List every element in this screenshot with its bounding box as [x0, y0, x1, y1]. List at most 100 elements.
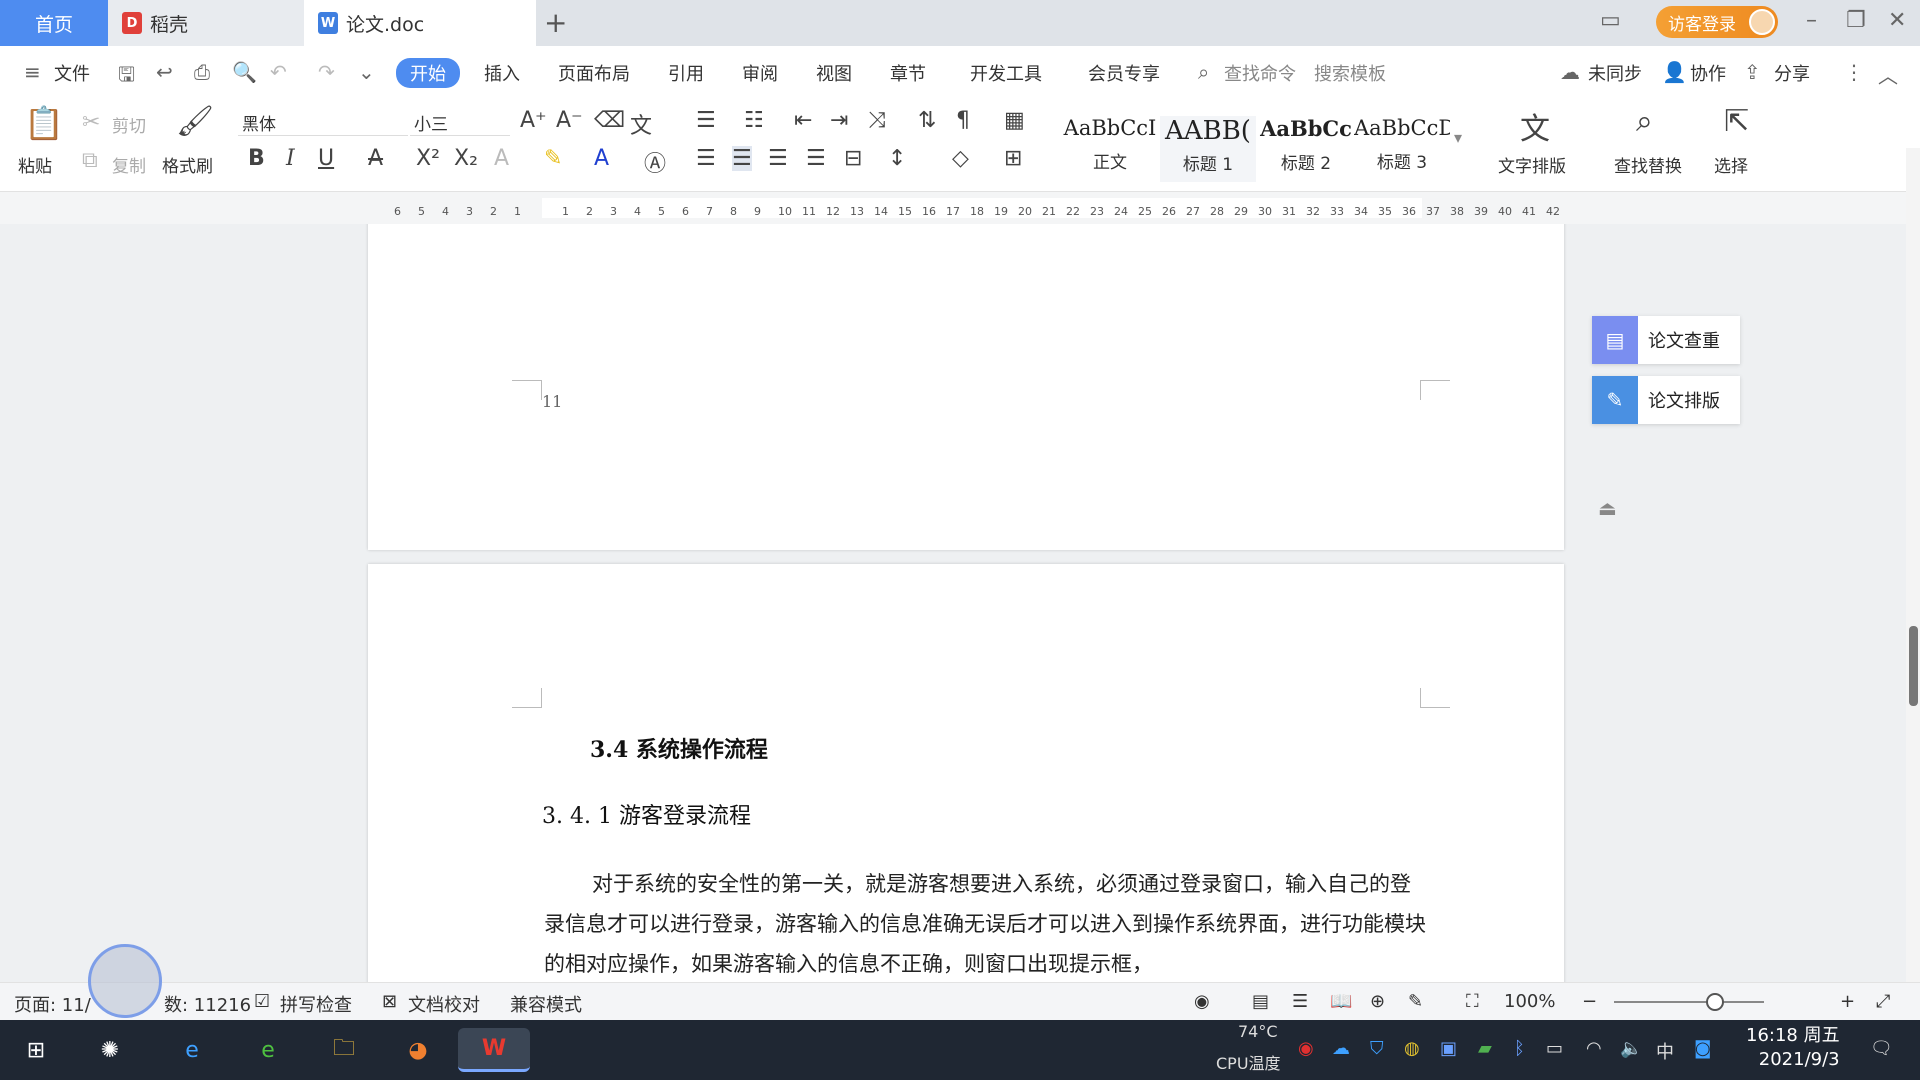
undo-icon[interactable]: ↶	[270, 60, 292, 84]
redo-icon[interactable]: ↷	[318, 60, 340, 84]
tab-document[interactable]: W 论文.doc	[304, 0, 536, 46]
minimize-icon[interactable]: –	[1806, 8, 1817, 33]
text-layout-icon[interactable]: 文	[1520, 104, 1550, 148]
highlight-icon[interactable]: ✎	[544, 146, 562, 171]
distributed-icon[interactable]: ⊟	[844, 146, 862, 171]
tray-shield-icon[interactable]: ⛉	[1370, 1038, 1384, 1059]
browser-360-icon[interactable]: e	[246, 1028, 290, 1072]
find-replace-icon[interactable]: ⌕	[1636, 104, 1653, 139]
volume-icon[interactable]: 🔈	[1620, 1038, 1642, 1059]
menu-page-layout[interactable]: 页面布局	[558, 60, 630, 86]
collab-button[interactable]: 协作	[1690, 60, 1726, 86]
increase-indent-icon[interactable]: ⇥	[830, 108, 848, 133]
paper-check-button[interactable]: ▤ 论文查重	[1592, 316, 1740, 364]
style-heading1[interactable]: AABB( 标题 1	[1160, 116, 1256, 182]
copy-icon[interactable]: ⧉	[82, 148, 98, 173]
floating-assistant-ball[interactable]	[88, 944, 162, 1018]
char-border-icon[interactable]: Ⓐ	[644, 146, 666, 178]
menu-developer[interactable]: 开发工具	[970, 60, 1042, 86]
text-effect-icon[interactable]: A	[494, 146, 509, 171]
format-painter-button[interactable]: 格式刷	[162, 152, 213, 177]
phonetic-icon[interactable]: 文	[630, 108, 652, 140]
underline-icon[interactable]: U	[318, 146, 334, 171]
restore-icon[interactable]: ❐	[1846, 8, 1866, 33]
wifi-icon[interactable]: ◠	[1586, 1038, 1602, 1059]
tray-nvidia-icon[interactable]: ▰	[1478, 1038, 1492, 1059]
numbered-list-icon[interactable]: ☷	[744, 108, 764, 133]
strikethrough-icon[interactable]: A	[368, 146, 383, 171]
align-left-icon[interactable]: ☰	[696, 146, 716, 171]
layout-icon[interactable]: ▭	[1600, 8, 1621, 33]
ie-browser-icon[interactable]: e	[170, 1028, 214, 1072]
font-color-icon[interactable]: A	[594, 146, 609, 171]
line-spacing-icon[interactable]: ↕	[888, 146, 906, 171]
menu-file[interactable]: 文件	[54, 60, 90, 86]
paper-layout-button[interactable]: ✎ 论文排版	[1592, 376, 1740, 424]
borders-icon[interactable]: ⊞	[1004, 146, 1022, 171]
style-heading2[interactable]: AaBbCc 标题 2	[1258, 116, 1354, 182]
more-icon[interactable]: ⋮	[1844, 60, 1866, 84]
write-view-icon[interactable]: ✎	[1408, 991, 1423, 1012]
vertical-scrollbar[interactable]	[1906, 148, 1920, 990]
subscript-icon[interactable]: X₂	[454, 146, 478, 171]
align-center-icon[interactable]: ☰	[732, 146, 752, 171]
system-clock[interactable]: 16:18 周五 2021/9/3	[1746, 1024, 1840, 1072]
page-view-icon[interactable]: ▤	[1252, 991, 1269, 1012]
text-direction-icon[interactable]: ⤨	[868, 108, 886, 133]
tray-app-icon[interactable]: ◉	[1298, 1038, 1314, 1059]
search-command[interactable]: 查找命令	[1224, 60, 1296, 86]
body-paragraph[interactable]: 对于系统的安全性的第一关，就是游客想要进入系统，必须通过登录窗口，输入自己的登录…	[544, 864, 1426, 984]
new-tab-button[interactable]: +	[544, 6, 567, 39]
word-count[interactable]: 数: 11216	[164, 991, 251, 1017]
align-right-icon[interactable]: ☰	[768, 146, 788, 171]
shading-icon[interactable]: ◇	[952, 146, 969, 171]
decrease-indent-icon[interactable]: ⇤	[794, 108, 812, 133]
battery-icon[interactable]: ▭	[1546, 1038, 1563, 1059]
text-layout-button[interactable]: 文字排版	[1498, 152, 1566, 177]
notification-icon[interactable]: 🗨	[1870, 1038, 1893, 1059]
zoom-slider-knob[interactable]	[1706, 993, 1724, 1011]
menu-insert[interactable]: 插入	[484, 60, 520, 86]
document-page-previous[interactable]: 11	[368, 224, 1564, 550]
font-shrink-icon[interactable]: A⁻	[556, 108, 583, 133]
print-icon[interactable]: ⎙	[194, 60, 216, 84]
show-marks-icon[interactable]: ¶	[956, 108, 970, 133]
document-area[interactable]: 11 3.4 系统操作流程 3. 4. 1 游客登录流程 对于系统的安全性的第一…	[0, 224, 1906, 990]
reading-view-icon[interactable]: 📖	[1330, 991, 1352, 1012]
tray-security-icon[interactable]: ◍	[1404, 1038, 1420, 1059]
sort-icon[interactable]: ⇅	[918, 108, 936, 133]
superscript-icon[interactable]: X²	[416, 146, 440, 171]
section-heading[interactable]: 3.4 系统操作流程	[590, 732, 768, 764]
hamburger-icon[interactable]: ≡	[24, 60, 46, 84]
collapse-ribbon-icon[interactable]: ︿	[1878, 60, 1900, 88]
fullscreen-icon[interactable]: ⤢	[1876, 991, 1890, 1012]
menu-start[interactable]: 开始	[396, 58, 460, 88]
subsection-heading[interactable]: 3. 4. 1 游客登录流程	[542, 798, 751, 830]
menu-reference[interactable]: 引用	[668, 60, 704, 86]
menu-review[interactable]: 审阅	[742, 60, 778, 86]
file-explorer-icon[interactable]: 🗀	[322, 1028, 366, 1072]
table-grid-icon[interactable]: ▦	[1004, 108, 1025, 133]
print-preview-icon[interactable]: 🔍	[232, 60, 257, 84]
windows-start-icon[interactable]: ⊞	[14, 1028, 58, 1072]
cut-button[interactable]: 剪切	[112, 112, 146, 137]
tray-cloud-icon[interactable]: ☁	[1332, 1038, 1350, 1059]
style-normal[interactable]: AaBbCcI 正文	[1062, 116, 1158, 182]
close-icon[interactable]: ✕	[1888, 8, 1906, 33]
page-indicator[interactable]: 页面: 11/	[14, 991, 91, 1017]
select-cursor-icon[interactable]: ⇱	[1724, 104, 1749, 139]
font-name-select[interactable]: 黑体	[238, 110, 408, 136]
cut-icon[interactable]: ✂	[82, 110, 100, 135]
sync-button[interactable]: 未同步	[1588, 60, 1642, 86]
zoom-level[interactable]: 100%	[1504, 991, 1555, 1012]
menu-chapter[interactable]: 章节	[890, 60, 926, 86]
export-icon[interactable]: ↩	[156, 60, 178, 84]
fit-page-icon[interactable]: ⛶	[1466, 991, 1479, 1012]
zoom-slider-track[interactable]	[1614, 1001, 1764, 1003]
app-pinwheel-icon[interactable]: ✺	[88, 1028, 132, 1072]
panel-collapse-icon[interactable]: ⏏	[1598, 496, 1617, 520]
style-heading3[interactable]: AaBbCcDc 标题 3	[1354, 116, 1450, 182]
zoom-in-icon[interactable]: +	[1840, 991, 1855, 1012]
select-button[interactable]: 选择	[1714, 152, 1748, 177]
italic-icon[interactable]: I	[286, 146, 295, 171]
